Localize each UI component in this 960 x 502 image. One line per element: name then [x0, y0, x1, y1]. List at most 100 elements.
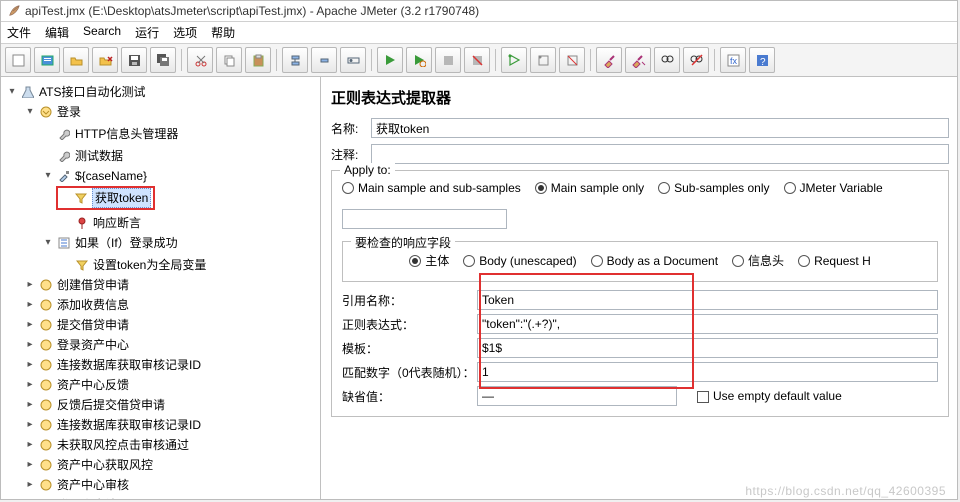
- thread-group-item[interactable]: ▸提交借贷申请: [23, 316, 131, 334]
- thread-group-item[interactable]: ▸创建借贷申请: [23, 276, 131, 294]
- thread-group-icon: [38, 378, 54, 392]
- name-input[interactable]: [371, 118, 949, 138]
- field-body-as-doc[interactable]: Body as a Document: [591, 254, 718, 268]
- menu-edit[interactable]: 编辑: [45, 24, 69, 41]
- editor-panel: 正则表达式提取器 名称: 注释: Apply to: Main sample a…: [321, 77, 957, 499]
- tree-root[interactable]: ▾ ATS接口自动化测试: [5, 83, 147, 101]
- tb-help-icon[interactable]: ?: [749, 47, 775, 73]
- comment-label: 注释:: [331, 146, 365, 163]
- tb-start-no-timers-icon[interactable]: [406, 47, 432, 73]
- menu-search[interactable]: Search: [83, 24, 121, 41]
- tb-collapse-icon[interactable]: [311, 47, 337, 73]
- thread-group-login[interactable]: ▾ 登录: [23, 103, 83, 121]
- tb-cut-icon[interactable]: [187, 47, 213, 73]
- apply-jmeter-var[interactable]: JMeter Variable: [784, 181, 883, 195]
- tb-expand-icon[interactable]: [282, 47, 308, 73]
- test-data[interactable]: 测试数据: [41, 147, 125, 165]
- response-assertion[interactable]: 响应断言: [59, 214, 143, 232]
- field-headers[interactable]: 信息头: [732, 252, 784, 269]
- tb-search-icon[interactable]: [654, 47, 680, 73]
- tb-new-icon[interactable]: [5, 47, 31, 73]
- menu-options[interactable]: 选项: [173, 24, 197, 41]
- tb-close-icon[interactable]: [92, 47, 118, 73]
- thread-group-icon: [38, 398, 54, 412]
- ref-name-input[interactable]: [477, 290, 938, 310]
- thread-group-icon: [38, 298, 54, 312]
- tb-clear-icon[interactable]: [596, 47, 622, 73]
- flask-icon: [20, 85, 36, 99]
- tb-start-icon[interactable]: [377, 47, 403, 73]
- thread-group-icon: [38, 498, 54, 499]
- tb-copy-icon[interactable]: [216, 47, 242, 73]
- tb-remote-start-icon[interactable]: [501, 47, 527, 73]
- field-body-unescaped[interactable]: Body (unescaped): [463, 254, 576, 268]
- apply-to-legend: Apply to:: [340, 163, 395, 177]
- watermark: https://blog.csdn.net/qq_42600395: [745, 484, 946, 498]
- default-input[interactable]: [477, 386, 677, 406]
- thread-group-item[interactable]: ▸未获取风控点击审核通过: [23, 436, 191, 454]
- if-login-ok[interactable]: ▾ 如果（If）登录成功: [41, 234, 180, 252]
- regex-input[interactable]: [477, 314, 938, 334]
- tb-open-icon[interactable]: [63, 47, 89, 73]
- thread-group-icon: [38, 438, 54, 452]
- use-empty-default-checkbox[interactable]: Use empty default value: [697, 389, 842, 403]
- thread-group-item[interactable]: ▸登录资金端: [23, 496, 119, 499]
- thread-group-item[interactable]: ▸资产中心获取风控: [23, 456, 155, 474]
- template-label: 模板：: [342, 340, 477, 357]
- menu-run[interactable]: 运行: [135, 24, 159, 41]
- tb-stop-icon[interactable]: [435, 47, 461, 73]
- field-body[interactable]: 主体: [409, 252, 449, 269]
- apply-main-and-sub[interactable]: Main sample and sub-samples: [342, 181, 521, 195]
- collapse-icon[interactable]: ▾: [43, 167, 53, 185]
- tb-functions-icon[interactable]: fx: [720, 47, 746, 73]
- tb-clear-all-icon[interactable]: [625, 47, 651, 73]
- apply-main-only[interactable]: Main sample only: [535, 181, 644, 195]
- field-request-headers[interactable]: Request H: [798, 254, 871, 268]
- test-plan-tree[interactable]: ▾ ATS接口自动化测试 ▾ 登录 HTTP信息头管理器: [1, 77, 321, 499]
- collapse-icon[interactable]: ▾: [43, 234, 53, 252]
- thread-group-icon: [38, 105, 54, 119]
- collapse-icon[interactable]: ▾: [25, 103, 35, 121]
- tb-reset-search-icon[interactable]: [683, 47, 709, 73]
- thread-group-icon: [38, 278, 54, 292]
- tb-save-all-icon[interactable]: [150, 47, 176, 73]
- regex-extractor-node[interactable]: 获取token: [56, 186, 155, 210]
- tb-menu-icon[interactable]: [34, 47, 60, 73]
- svg-text:?: ?: [760, 57, 766, 68]
- titlebar: apiTest.jmx (E:\Desktop\atsJmeter\script…: [1, 1, 957, 22]
- funnel-icon: [73, 191, 89, 205]
- comment-input[interactable]: [371, 144, 949, 164]
- thread-group-icon: [38, 358, 54, 372]
- template-input[interactable]: [477, 338, 938, 358]
- menu-help[interactable]: 帮助: [211, 24, 235, 41]
- sampler-casename[interactable]: ▾ ${caseName}: [41, 167, 149, 185]
- app-icon: [7, 4, 21, 18]
- tb-remote-stop-icon[interactable]: [530, 47, 556, 73]
- collapse-icon[interactable]: ▾: [7, 83, 17, 101]
- menu-file[interactable]: 文件: [7, 24, 31, 41]
- if-controller-icon: [56, 236, 72, 250]
- field-to-check-fieldset: 要检查的响应字段 主体 Body (unescaped) Body as a D…: [342, 241, 938, 282]
- wrench-icon: [56, 149, 72, 163]
- match-no-label: 匹配数字（0代表随机）：: [342, 364, 477, 381]
- tb-toggle-icon[interactable]: [340, 47, 366, 73]
- thread-group-item[interactable]: ▸登录资产中心: [23, 336, 131, 354]
- tb-remote-shutdown-icon[interactable]: [559, 47, 585, 73]
- tb-shutdown-icon[interactable]: [464, 47, 490, 73]
- thread-group-icon: [38, 418, 54, 432]
- svg-text:fx: fx: [730, 56, 738, 66]
- http-header-mgr[interactable]: HTTP信息头管理器: [41, 125, 180, 143]
- tb-paste-icon[interactable]: [245, 47, 271, 73]
- apply-sub-only[interactable]: Sub-samples only: [658, 181, 769, 195]
- jmeter-var-input[interactable]: [342, 209, 507, 229]
- tb-save-icon[interactable]: [121, 47, 147, 73]
- thread-group-item[interactable]: ▸反馈后提交借贷申请: [23, 396, 167, 414]
- thread-group-icon: [38, 458, 54, 472]
- set-token-global[interactable]: 设置token为全局变量: [59, 256, 208, 274]
- match-no-input[interactable]: [477, 362, 938, 382]
- thread-group-item[interactable]: ▸资产中心审核: [23, 476, 131, 494]
- thread-group-item[interactable]: ▸连接数据库获取审核记录ID: [23, 416, 203, 434]
- thread-group-item[interactable]: ▸添加收费信息: [23, 296, 131, 314]
- thread-group-item[interactable]: ▸资产中心反馈: [23, 376, 131, 394]
- thread-group-item[interactable]: ▸连接数据库获取审核记录ID: [23, 356, 203, 374]
